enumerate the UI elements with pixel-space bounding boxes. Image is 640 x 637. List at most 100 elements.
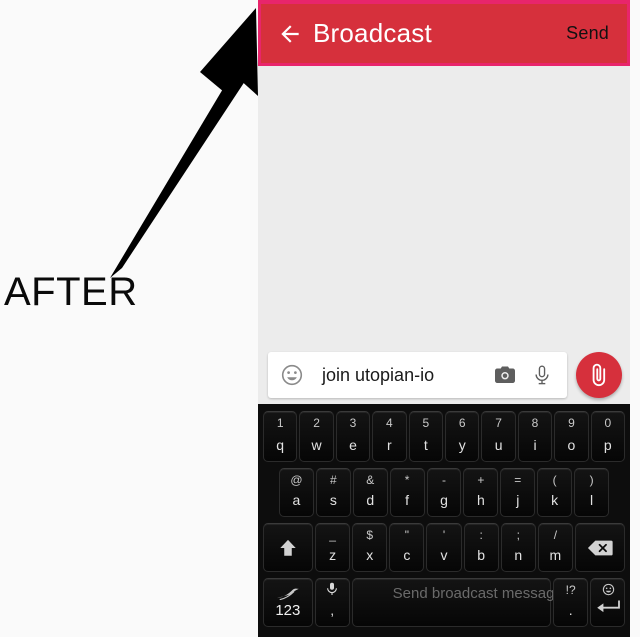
emoji-smiley-icon[interactable] xyxy=(280,363,304,387)
key-hint: 3 xyxy=(349,416,357,430)
numeric-mode-key[interactable]: 123 xyxy=(263,578,313,627)
space-key[interactable]: Send broadcast message xyxy=(351,578,563,627)
on-screen-keyboard: 1q 2w 3e 4r 5t 6y 7u 8i 9o 0p @ a # s & d *… xyxy=(258,404,630,637)
key-label: n xyxy=(514,547,523,563)
key-label: z xyxy=(329,547,337,563)
key-hint: - xyxy=(442,473,446,487)
key-r[interactable]: 4r xyxy=(372,411,407,462)
key-x[interactable]: $ x xyxy=(352,523,388,572)
key-p[interactable]: 0p xyxy=(590,411,626,462)
key-l[interactable]: ) l xyxy=(574,468,610,517)
period-key[interactable]: !? . xyxy=(553,578,589,627)
attach-button[interactable] xyxy=(576,352,622,398)
key-v[interactable]: ' v xyxy=(426,523,462,572)
key-hint: " xyxy=(404,528,409,542)
composer-text-value[interactable]: join utopian-io xyxy=(304,365,493,386)
key-label: a xyxy=(292,492,301,508)
key-hint: 7 xyxy=(495,416,502,430)
key-j[interactable]: = j xyxy=(500,468,536,517)
key-hint: 2 xyxy=(313,416,320,430)
key-label: o xyxy=(567,437,576,453)
key-q[interactable]: 1q xyxy=(262,411,298,462)
keyboard-row-1: 1q 2w 3e 4r 5t 6y 7u 8i 9o 0p xyxy=(262,408,626,465)
key-label: c xyxy=(403,547,411,563)
key-label: . xyxy=(568,602,573,618)
key-label: i xyxy=(533,437,537,453)
key-label: q xyxy=(276,437,285,453)
key-i[interactable]: 8i xyxy=(517,411,553,462)
key-hint: 4 xyxy=(386,416,393,430)
key-label: , xyxy=(330,602,335,618)
keyboard-row-2: @ a # s & d * f -g + h = j (k ) l xyxy=(262,465,626,520)
backspace-key[interactable] xyxy=(574,523,625,572)
key-label: m xyxy=(549,547,562,563)
key-label: g xyxy=(440,492,448,508)
after-label: AFTER xyxy=(4,270,138,314)
key-c[interactable]: " c xyxy=(389,523,425,572)
key-hint: # xyxy=(329,473,337,487)
key-f[interactable]: * f xyxy=(389,468,425,517)
enter-key[interactable] xyxy=(590,578,626,627)
key-label: l xyxy=(590,492,594,508)
key-label: j xyxy=(516,492,520,508)
microphone-icon[interactable] xyxy=(531,363,553,387)
key-hint: * xyxy=(404,473,410,487)
key-label: v xyxy=(440,547,448,563)
camera-icon[interactable] xyxy=(493,363,517,387)
key-hint: ( xyxy=(552,473,557,487)
key-label: d xyxy=(366,492,375,508)
comma-key[interactable]: , xyxy=(314,578,350,627)
key-hint: ; xyxy=(516,528,520,542)
enter-return-icon xyxy=(596,600,620,612)
emoji-smiley-icon xyxy=(602,583,614,596)
key-hint: 0 xyxy=(604,416,612,430)
key-w[interactable]: 2w xyxy=(299,411,334,462)
key-label: t xyxy=(423,437,428,453)
key-z[interactable]: _ z xyxy=(315,523,351,572)
key-hint: 1 xyxy=(276,416,284,430)
key-label: y xyxy=(458,437,466,453)
key-hint: & xyxy=(366,473,375,487)
key-n[interactable]: ; n xyxy=(500,523,536,572)
key-e[interactable]: 3e xyxy=(335,411,371,462)
keyboard-row-4: 123 , Send broadcast message !? . xyxy=(262,575,626,630)
key-hint: ' xyxy=(442,528,446,542)
microphone-icon xyxy=(327,582,338,595)
key-s[interactable]: # s xyxy=(315,468,351,517)
shift-key[interactable] xyxy=(263,523,314,572)
back-arrow-icon[interactable] xyxy=(277,21,303,47)
composer-field[interactable]: join utopian-io xyxy=(268,352,567,398)
key-k[interactable]: (k xyxy=(537,468,573,517)
key-hint: 5 xyxy=(422,416,430,430)
key-g[interactable]: -g xyxy=(426,468,462,517)
key-h[interactable]: + h xyxy=(463,468,499,517)
backspace-delete-icon xyxy=(587,540,613,555)
key-hint: !? xyxy=(565,583,576,597)
annotation-layer: AFTER xyxy=(0,0,260,637)
key-label: r xyxy=(387,437,392,453)
keyboard-row-3: _ z $ x " c ' v :b ; n / m xyxy=(262,520,626,575)
key-y[interactable]: 6y xyxy=(445,411,480,462)
key-b[interactable]: :b xyxy=(463,523,499,572)
key-d[interactable]: & d xyxy=(352,468,388,517)
spacebar-overlay-text: Send broadcast message xyxy=(392,585,563,602)
key-a[interactable]: @ a xyxy=(279,468,314,517)
conversation-area[interactable] xyxy=(258,66,630,346)
key-hint: = xyxy=(514,473,522,487)
key-m[interactable]: / m xyxy=(537,523,573,572)
key-t[interactable]: 5t xyxy=(408,411,443,462)
key-hint: 8 xyxy=(531,416,539,430)
key-o[interactable]: 9o xyxy=(554,411,589,462)
app-bar: Broadcast Send xyxy=(258,0,630,66)
key-label: p xyxy=(603,437,612,453)
key-hint: : xyxy=(479,528,483,542)
swype-flow-icon xyxy=(276,588,299,600)
key-label: w xyxy=(311,437,322,453)
send-button[interactable]: Send xyxy=(566,23,613,44)
key-hint: $ xyxy=(366,528,374,542)
paperclip-icon xyxy=(592,363,606,387)
key-hint: + xyxy=(477,473,485,487)
key-label: h xyxy=(477,492,485,508)
key-hint: / xyxy=(553,528,558,542)
key-u[interactable]: 7u xyxy=(481,411,516,462)
